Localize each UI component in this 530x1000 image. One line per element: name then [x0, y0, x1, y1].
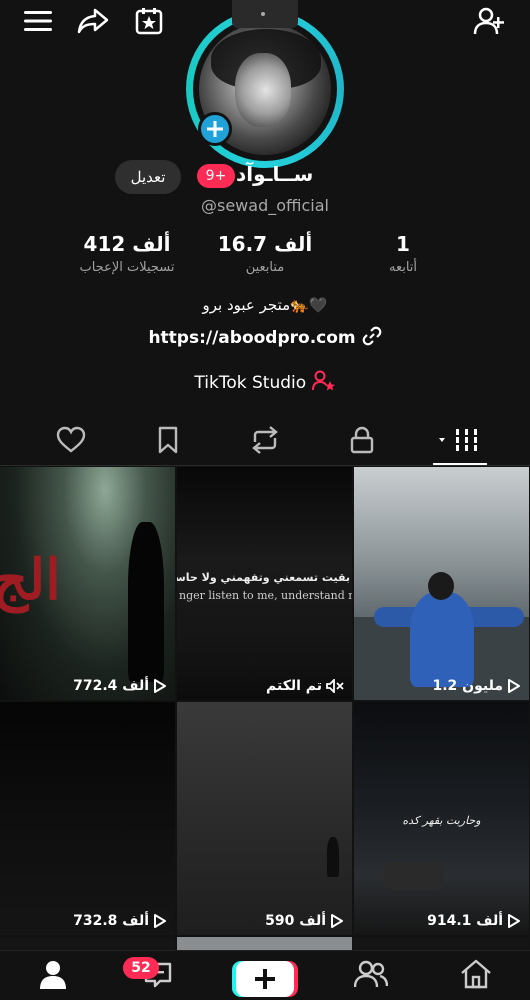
profile-link[interactable]: https://aboodpro.com	[0, 326, 530, 348]
repost-icon	[252, 426, 278, 454]
nav-profile[interactable]	[23, 959, 83, 999]
thumbnail-caption-ar: بقيت تسمعني وتفهمني ولا حاسن بي	[177, 571, 350, 584]
thumbnail-overlay-text: الج	[0, 547, 61, 613]
view-count-text: 732.8 ألف	[73, 913, 149, 929]
plus-icon	[255, 969, 275, 989]
following-label: أتابعه	[388, 260, 418, 275]
studio-user-star-icon	[311, 370, 335, 391]
likes-label: تسجيلات الإعجاب	[79, 260, 175, 275]
video-thumbnail[interactable]: وحاربت بقهر كده 914.1 ألف	[354, 702, 529, 935]
tab-favorites[interactable]	[147, 420, 189, 460]
grid-icon	[439, 429, 477, 451]
video-thumbnail[interactable]: 1.2 مليون	[354, 467, 529, 700]
menu-icon[interactable]	[21, 4, 55, 38]
tabs-divider	[0, 465, 530, 466]
view-count-text: 914.1 ألف	[427, 913, 503, 929]
profile-link-text[interactable]: https://aboodpro.com	[148, 328, 355, 348]
link-icon	[362, 326, 381, 346]
thumbnail-caption-en: nger listen to me, understand me, or	[179, 589, 352, 602]
share-icon[interactable]	[76, 4, 110, 38]
lock-icon	[350, 426, 374, 454]
video-thumbnail[interactable]: بقيت تسمعني وتفهمني ولا حاسن بي nger lis…	[177, 467, 352, 700]
video-thumbnail[interactable]: 590 ألف	[177, 702, 352, 935]
home-icon	[461, 959, 491, 989]
camera-dot	[261, 12, 265, 16]
video-thumbnail[interactable]: الج 772.4 ألف	[0, 467, 175, 700]
tab-private[interactable]	[341, 420, 383, 460]
view-count: 732.8 ألف	[0, 913, 175, 929]
view-count: 772.4 ألف	[0, 678, 175, 694]
friends-icon	[354, 960, 388, 988]
view-count-text: 590 ألف	[265, 913, 326, 929]
tiktok-studio-link[interactable]: TikTok Studio	[0, 370, 530, 393]
view-count: 590 ألف	[177, 913, 352, 929]
create-button[interactable]	[236, 961, 294, 997]
play-icon	[331, 914, 343, 928]
view-count-text: 1.2 مليون	[432, 678, 503, 694]
tab-videos[interactable]	[432, 420, 488, 460]
stat-likes[interactable]: 412 ألف تسجيلات الإعجاب	[62, 232, 192, 275]
play-icon	[508, 679, 520, 693]
add-friend-icon[interactable]	[472, 4, 506, 38]
heart-icon	[56, 426, 86, 453]
thumbnail-caption: وحاربت بقهر كده	[402, 814, 481, 827]
followers-label: متابعين	[245, 260, 285, 275]
profile-icon	[40, 961, 66, 989]
profile-name-row: تعديل 9+ ســاـوآد	[0, 160, 530, 194]
plus-icon	[207, 121, 223, 137]
username: @sewad_official	[201, 196, 329, 215]
display-name: ســاـوآد	[236, 162, 314, 186]
camera-notch	[232, 0, 298, 28]
stat-following[interactable]: 1 أتابعه	[366, 232, 440, 275]
nav-friends[interactable]	[341, 959, 401, 999]
bio-text: متجر عبود برو🐅🖤	[202, 296, 328, 314]
bottom-navigation: 52	[0, 950, 530, 1000]
nav-home[interactable]	[446, 959, 506, 999]
view-count-text: 772.4 ألف	[73, 678, 149, 694]
tab-liked[interactable]	[50, 420, 92, 460]
likes-count: 412 ألف	[83, 232, 171, 256]
notification-badge[interactable]: 9+	[197, 164, 235, 188]
view-count: 1.2 مليون	[354, 678, 529, 694]
edit-profile-button[interactable]: تعديل	[115, 160, 181, 194]
profile-tabs	[0, 420, 530, 466]
tiktok-studio-label: TikTok Studio	[194, 373, 307, 393]
calendar-star-icon[interactable]	[132, 4, 166, 38]
play-icon	[508, 914, 520, 928]
add-story-button[interactable]	[198, 112, 232, 146]
tab-reposts[interactable]	[244, 420, 286, 460]
video-thumbnail[interactable]: 732.8 ألف	[0, 702, 175, 935]
play-icon	[154, 679, 166, 693]
play-icon	[154, 914, 166, 928]
stat-followers[interactable]: 16.7 ألف متابعين	[210, 232, 320, 275]
view-count: 914.1 ألف	[354, 913, 529, 929]
muted-icon	[326, 679, 344, 693]
view-count: تم الكتم	[177, 678, 352, 694]
followers-count: 16.7 ألف	[217, 232, 313, 256]
messages-badge: 52	[123, 957, 159, 979]
muted-label: تم الكتم	[266, 678, 322, 694]
bookmark-icon	[158, 426, 178, 454]
following-count: 1	[396, 232, 410, 256]
